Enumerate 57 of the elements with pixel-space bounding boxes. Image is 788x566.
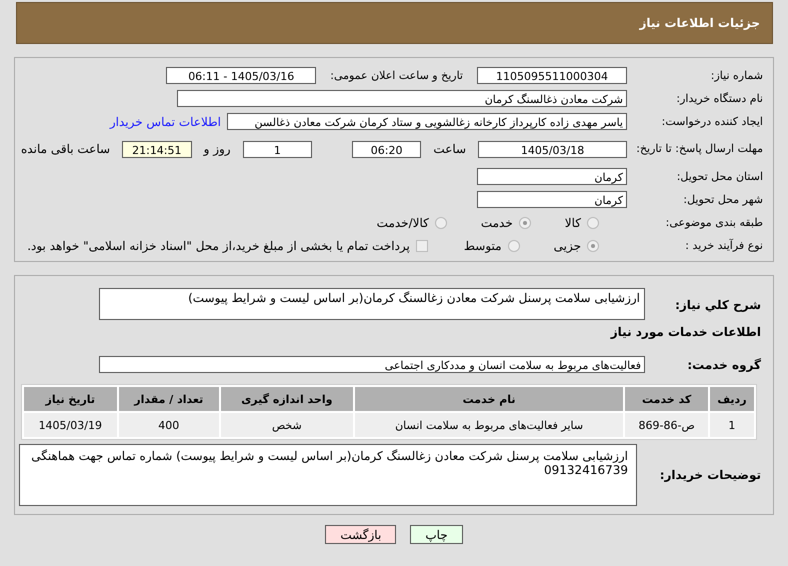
checkbox[interactable]: [416, 240, 428, 252]
field-label: شرح کلي نياز:: [674, 298, 762, 312]
field-label: شماره نیاز:: [710, 69, 763, 82]
radio-label: جزیی: [554, 238, 581, 252]
table-cell: شخص: [220, 413, 353, 437]
field-label: نوع فرآیند خرید :: [684, 239, 763, 252]
city-field: کرمان: [477, 191, 627, 208]
field-label: تاریخ و ساعت اعلان عمومی:: [329, 69, 464, 82]
announce-date-field: 1405/03/16 - 06:11: [166, 67, 316, 84]
column-header: تاریخ نیاز: [24, 387, 117, 411]
field-label: روز و: [202, 142, 232, 156]
creator-field: یاسر مهدی زاده کارپرداز کارخانه زغالشویی و ستاد کرمان شرکت معادن ذغالسن: [227, 113, 627, 130]
field-label: استان محل تحویل:: [676, 170, 763, 183]
field-label: گروه خدمت:: [686, 358, 762, 372]
column-header: نام خدمت: [354, 387, 624, 411]
buyer-contact-link[interactable]: اطلاعات تماس خریدار: [110, 114, 221, 128]
column-header: کد خدمت: [625, 387, 708, 411]
table-cell: 400: [118, 413, 219, 437]
column-header: تعداد / مقدار: [118, 387, 219, 411]
radio-button[interactable]: [508, 240, 520, 252]
page-title: جزئیات اطلاعات نیاز: [639, 16, 760, 30]
table-cell: ص-86-869: [625, 413, 708, 437]
province-field: کرمان: [477, 168, 627, 185]
field-label: ساعت باقی مانده: [20, 142, 112, 156]
radio-button[interactable]: [587, 216, 599, 228]
radio-button[interactable]: [587, 240, 599, 252]
field-label: ایجاد کننده درخواست:: [660, 115, 763, 128]
column-header: ردیف: [710, 387, 754, 411]
buyer-field: شرکت معادن ذغالسنگ کرمان: [177, 90, 627, 107]
field-label: شهر محل تحویل:: [682, 193, 763, 206]
radio-button[interactable]: [434, 216, 447, 228]
field-label: ساعت: [432, 142, 468, 156]
radio-label: خدمت: [480, 216, 513, 230]
field-label: نام دستگاه خریدار:: [675, 92, 763, 105]
service-group-field: فعالیت‌های مربوط به سلامت انسان و مددکاری اجتماعی: [99, 356, 645, 373]
buyer-notes-field: ارزشیابی سلامت پرسنل شرکت معادن زغالسنگ کرمان(بر اساس لیست و شرایط پیوست) شماره تماس جهت هماهنگی 09132416739: [19, 444, 637, 506]
back-button[interactable]: بازگشت: [325, 525, 396, 544]
field-label: توضیحات خریدار:: [658, 468, 762, 482]
radio-label: کالا/خدمت: [376, 216, 429, 230]
table-cell: سایر فعالیت‌های مربوط به سلامت انسان: [354, 413, 624, 437]
column-header: واحد اندازه گیری: [220, 387, 353, 411]
table-cell: 1405/03/19: [24, 413, 117, 437]
remaining-time-field: 21:14:51: [122, 140, 192, 158]
days-field: 1: [242, 140, 312, 158]
radio-label: متوسط: [464, 238, 502, 252]
deadline-time-field: 06:20: [352, 140, 422, 158]
description-field: ارزشیابی سلامت پرسنل شرکت معادن زغالسنگ کرمان(بر اساس لیست و شرایط پیوست): [99, 288, 645, 320]
section-title: اطلاعات خدمات مورد نیاز: [610, 324, 762, 338]
print-button[interactable]: چاپ: [410, 525, 463, 544]
field-label: مهلت ارسال پاسخ: تا تاریخ:: [635, 142, 763, 156]
radio-button[interactable]: [518, 216, 531, 228]
deadline-date-field: 1405/03/18: [478, 140, 627, 158]
need-number-field: 1105095511000304: [477, 67, 627, 84]
radio-label: کالا: [564, 216, 581, 230]
checkbox-label: پرداخت تمام یا بخشی از مبلغ خرید،از محل "اسناد خزانه اسلامی" خواهد بود.: [27, 238, 410, 252]
table-cell: 1: [710, 413, 754, 437]
field-label: طبقه بندی موضوعی:: [664, 216, 763, 229]
